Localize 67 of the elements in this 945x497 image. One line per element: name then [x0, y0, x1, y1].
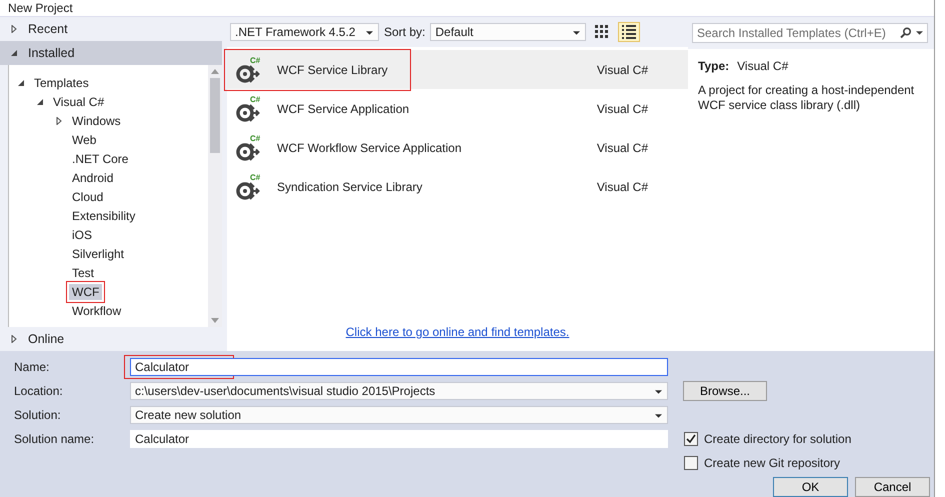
checkbox-option[interactable]: Create directory for solution: [684, 432, 934, 446]
scrollbar[interactable]: [208, 65, 222, 327]
caret-icon[interactable]: [916, 31, 923, 35]
window-title: New Project: [8, 1, 73, 15]
field-label: Solution:: [14, 408, 62, 422]
template-info: C# Syndication Service Library: [227, 168, 442, 204]
scrollbar-thumb[interactable]: [210, 78, 220, 153]
expander-icon[interactable]: [17, 78, 25, 86]
browse-button[interactable]: Browse...: [683, 381, 767, 401]
tree-item[interactable]: WCF: [69, 284, 102, 300]
expander-icon[interactable]: [36, 98, 44, 106]
dropdown-field[interactable]: c:\users\dev-user\documents\visual studio 2015\Projects: [130, 382, 668, 400]
checkbox-option[interactable]: Create new Git repository: [684, 456, 934, 470]
input-field[interactable]: Calculator: [130, 358, 668, 376]
tree-item[interactable]: .NET Core: [69, 150, 132, 166]
search-icon[interactable]: [899, 27, 913, 39]
template-item[interactable]: C# WCF Workflow Service Application Visual C#: [227, 128, 688, 167]
template-description: A project for creating a host-independent WCF service class library (.dll): [698, 83, 916, 113]
tree-item[interactable]: Templates: [31, 74, 92, 90]
tree-item[interactable]: Android: [69, 170, 116, 186]
framework-dropdown[interactable]: .NET Framework 4.5.2: [230, 23, 379, 41]
caret-icon[interactable]: [655, 414, 662, 418]
expander-icon[interactable]: [10, 49, 18, 57]
template-item[interactable]: C# WCF Service Library Visual C#: [227, 50, 688, 89]
dropdown-field[interactable]: Create new solution: [130, 406, 668, 424]
tree-item[interactable]: iOS: [69, 226, 96, 242]
field-label: Solution name:: [14, 432, 96, 446]
caret-icon[interactable]: [366, 31, 373, 35]
caret-icon[interactable]: [655, 390, 662, 394]
online-templates-link[interactable]: Click here to go online and find templates.: [346, 325, 570, 339]
tree-item[interactable]: Workflow: [69, 302, 124, 318]
expander-icon[interactable]: [10, 335, 18, 343]
template-info: C# WCF Service Library: [227, 52, 408, 88]
checkbox[interactable]: [684, 432, 698, 446]
expander-icon[interactable]: [10, 25, 18, 33]
template-info: C# WCF Service Application: [227, 90, 430, 126]
list-view-button[interactable]: [618, 22, 640, 42]
sidebar-section[interactable]: Recent: [0, 17, 222, 41]
tree-item[interactable]: Visual C#: [50, 94, 108, 110]
sort-dropdown[interactable]: Default: [430, 23, 586, 41]
tree-item[interactable]: Cloud: [69, 188, 106, 204]
type-value: Visual C#: [737, 59, 788, 73]
caret-icon[interactable]: [573, 31, 580, 35]
tree-item[interactable]: Extensibility: [69, 208, 138, 224]
field-label: Location:: [14, 384, 64, 398]
sort-label: Sort by:: [384, 25, 426, 39]
field-label: Name:: [14, 360, 50, 374]
tree-item[interactable]: Windows: [69, 112, 124, 128]
tree-item[interactable]: Silverlight: [69, 246, 128, 262]
template-info: C# WCF Workflow Service Application: [227, 130, 482, 166]
template-item[interactable]: C# WCF Service Application Visual C#: [227, 89, 688, 128]
input-field[interactable]: Calculator: [130, 430, 668, 448]
tree-item[interactable]: Web: [69, 132, 100, 148]
dialog-button[interactable]: Cancel: [855, 477, 930, 497]
search-field[interactable]: Search Installed Templates (Ctrl+E): [692, 23, 928, 43]
dialog-button[interactable]: OK: [773, 477, 848, 497]
sidebar-section[interactable]: Online: [0, 327, 222, 351]
template-item[interactable]: C# Syndication Service Library Visual C#: [227, 167, 688, 206]
expander-icon[interactable]: [55, 116, 63, 124]
tree-item[interactable]: Test: [69, 264, 98, 280]
sidebar-section[interactable]: Installed: [0, 41, 222, 65]
template-language: Visual C#: [596, 102, 648, 116]
template-language: Visual C#: [596, 62, 648, 76]
template-language: Visual C#: [596, 180, 648, 194]
checkbox[interactable]: [684, 456, 698, 470]
template-language: Visual C#: [596, 140, 648, 154]
type-label: Type:: [698, 59, 730, 73]
